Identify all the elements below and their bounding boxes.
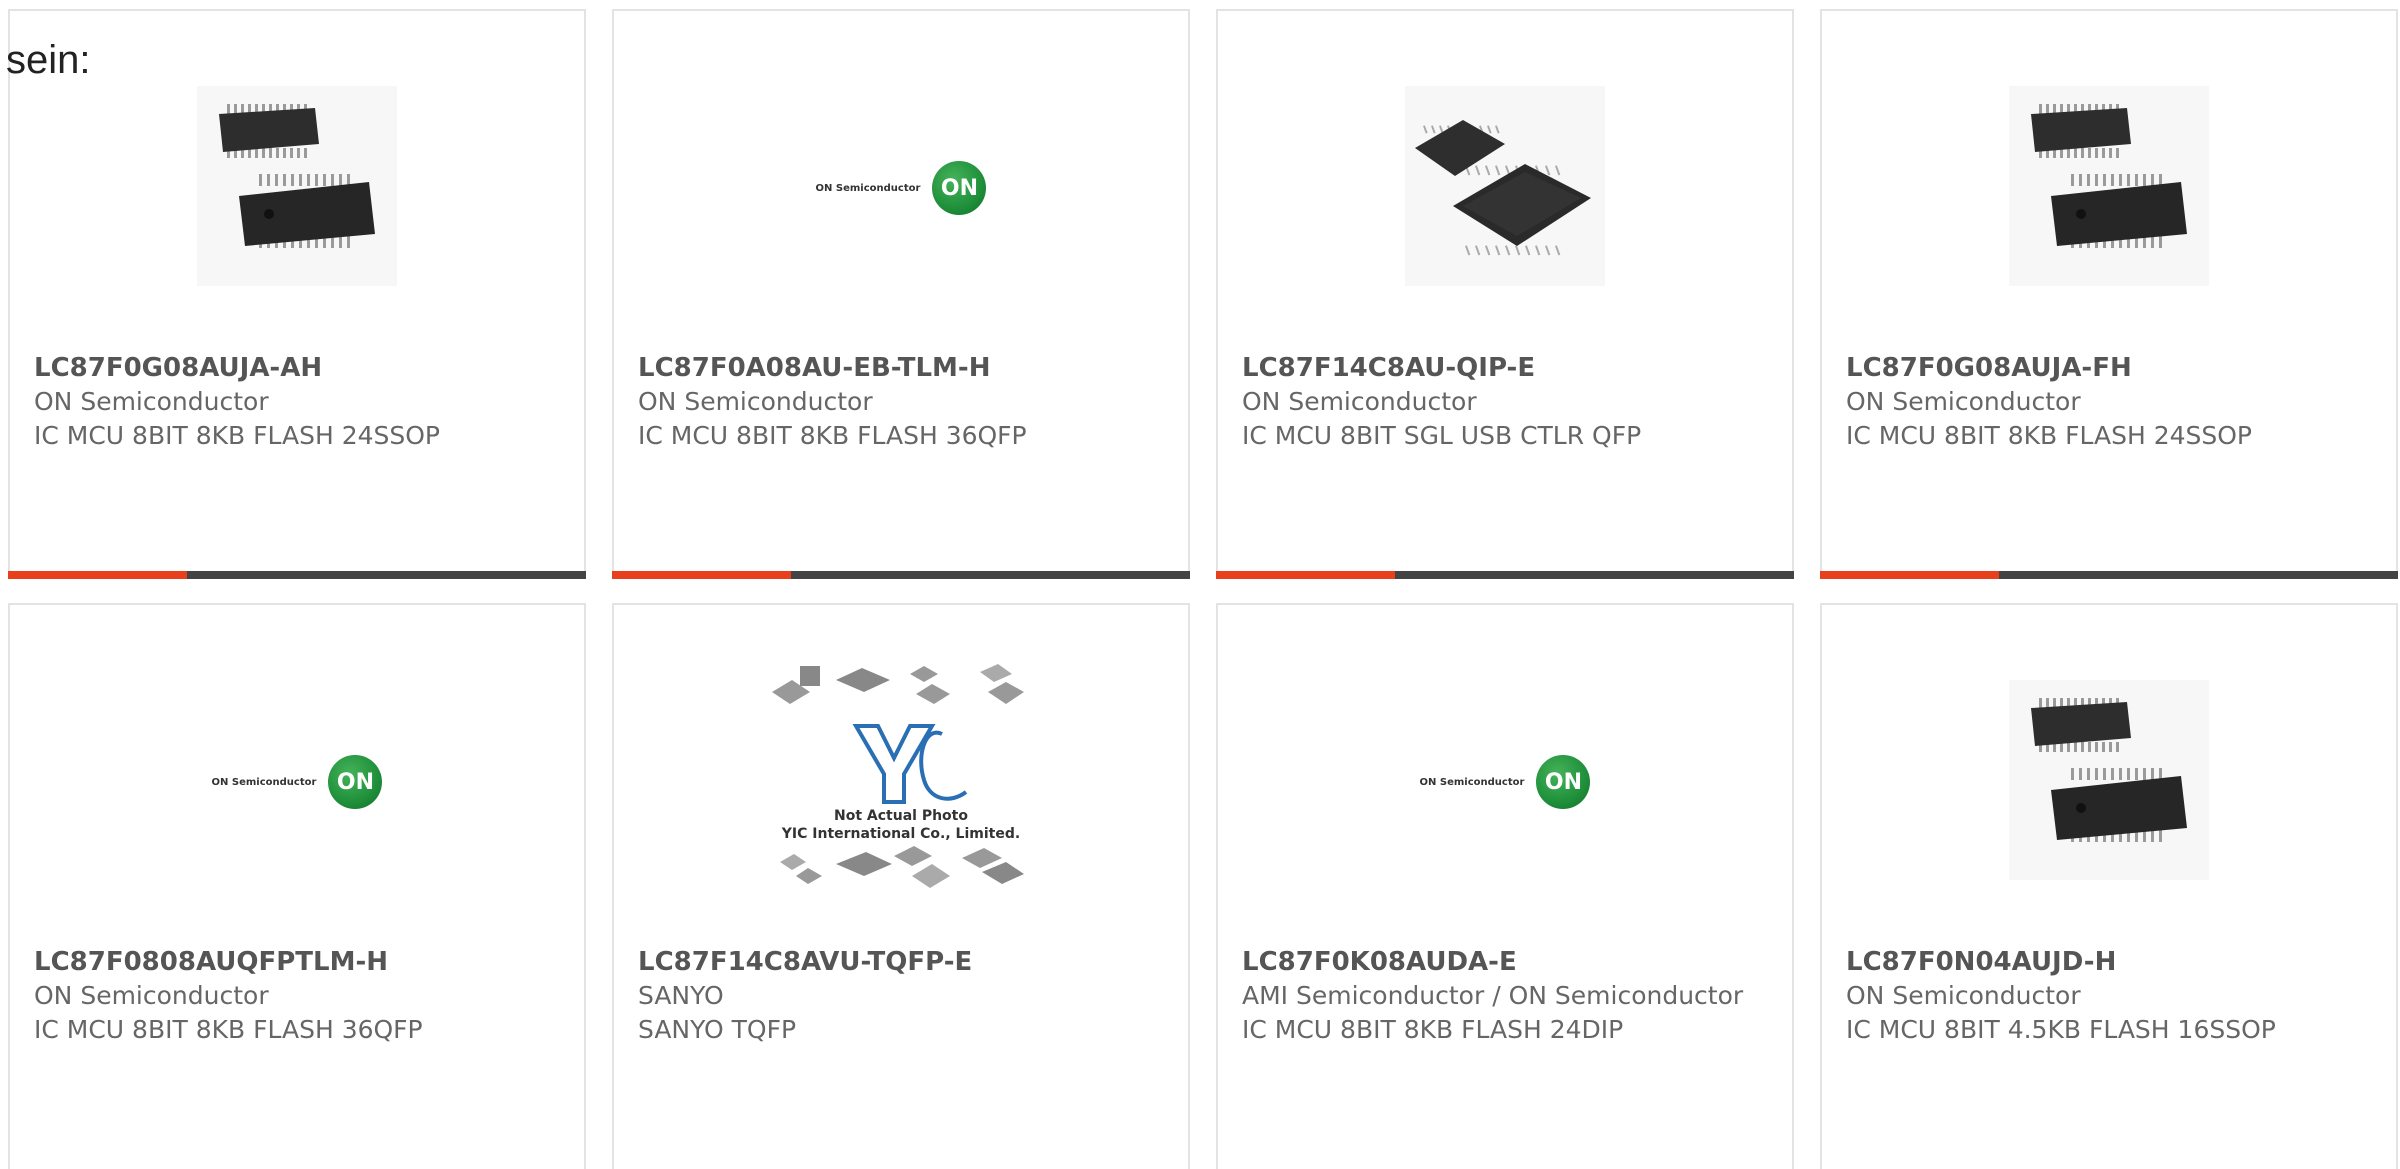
- description: IC MCU 8BIT 8KB FLASH 24DIP: [1242, 1015, 1624, 1044]
- ssop-chip-icon: [2009, 680, 2209, 884]
- progress-bar: [1820, 571, 2398, 579]
- product-card[interactable]: LC87F0N04AUJD-H ON Semiconductor IC MCU …: [1820, 603, 2398, 1169]
- on-semiconductor-logo: ON Semiconductor ON: [816, 161, 987, 215]
- part-number-link[interactable]: LC87F0G08AUJA-FH: [1846, 351, 2372, 385]
- manufacturer: ON Semiconductor: [638, 387, 873, 416]
- product-info: LC87F0G08AUJA-AH ON Semiconductor IC MCU…: [34, 351, 560, 453]
- logo-text: ON Semiconductor: [211, 776, 317, 788]
- progress-fill: [612, 571, 792, 579]
- qfp-chip-icon: [1405, 86, 1605, 290]
- product-image[interactable]: [1822, 81, 2396, 295]
- product-image[interactable]: [1822, 675, 2396, 889]
- progress-fill: [8, 571, 188, 579]
- progress-bar: [8, 571, 586, 579]
- progress-bar: [612, 571, 1190, 579]
- product-info: LC87F0K08AUDA-E AMI Semiconductor / ON S…: [1242, 945, 1768, 1047]
- on-badge-icon: ON: [328, 755, 383, 809]
- part-number-link[interactable]: LC87F0A08AU-EB-TLM-H: [638, 351, 1164, 385]
- product-info: LC87F0N04AUJD-H ON Semiconductor IC MCU …: [1846, 945, 2372, 1047]
- description: IC MCU 8BIT 8KB FLASH 24SSOP: [34, 421, 440, 450]
- part-number-link[interactable]: LC87F14C8AU-QIP-E: [1242, 351, 1768, 385]
- product-image[interactable]: [1218, 81, 1792, 295]
- product-card[interactable]: LC87F0G08AUJA-FH ON Semiconductor IC MCU…: [1820, 9, 2398, 579]
- on-badge-icon: ON: [932, 161, 987, 215]
- product-card[interactable]: ON Semiconductor ON LC87F0808AUQFPTLM-H …: [8, 603, 586, 1169]
- manufacturer: SANYO: [638, 981, 724, 1010]
- description: SANYO TQFP: [638, 1015, 797, 1044]
- progress-fill: [1820, 571, 2000, 579]
- part-number-link[interactable]: LC87F0G08AUJA-AH: [34, 351, 560, 385]
- ssop-chip-icon: [197, 86, 397, 290]
- manufacturer: ON Semiconductor: [1846, 387, 2081, 416]
- placeholder-caption: Not Actual Photo YIC International Co., …: [781, 808, 1021, 842]
- product-card[interactable]: Not Actual Photo YIC International Co., …: [612, 603, 1190, 1169]
- product-image[interactable]: Not Actual Photo YIC International Co., …: [614, 664, 1188, 889]
- ssop-chip-icon: [2009, 86, 2209, 290]
- product-card[interactable]: ON Semiconductor ON LC87F0K08AUDA-E AMI …: [1216, 603, 1794, 1169]
- description: IC MCU 8BIT 4.5KB FLASH 16SSOP: [1846, 1015, 2276, 1044]
- progress-fill: [1216, 571, 1396, 579]
- manufacturer: ON Semiconductor: [1846, 981, 2081, 1010]
- product-image[interactable]: ON Semiconductor ON: [1218, 675, 1792, 889]
- product-card[interactable]: ON Semiconductor ON LC87F0A08AU-EB-TLM-H…: [612, 9, 1190, 579]
- logo-text: ON Semiconductor: [815, 182, 921, 194]
- description: IC MCU 8BIT SGL USB CTLR QFP: [1242, 421, 1642, 450]
- progress-bar: [1216, 571, 1794, 579]
- product-info: LC87F14C8AU-QIP-E ON Semiconductor IC MC…: [1242, 351, 1768, 453]
- product-info: LC87F0A08AU-EB-TLM-H ON Semiconductor IC…: [638, 351, 1164, 453]
- part-number-link[interactable]: LC87F0N04AUJD-H: [1846, 945, 2372, 979]
- logo-text: ON Semiconductor: [1419, 776, 1525, 788]
- description: IC MCU 8BIT 8KB FLASH 24SSOP: [1846, 421, 2252, 450]
- yic-placeholder-image: Not Actual Photo YIC International Co., …: [766, 662, 1036, 902]
- part-number-link[interactable]: LC87F14C8AVU-TQFP-E: [638, 945, 1164, 979]
- description: IC MCU 8BIT 8KB FLASH 36QFP: [638, 421, 1027, 450]
- product-card[interactable]: LC87F14C8AU-QIP-E ON Semiconductor IC MC…: [1216, 9, 1794, 579]
- manufacturer: AMI Semiconductor / ON Semiconductor: [1242, 981, 1744, 1010]
- on-semiconductor-logo: ON Semiconductor ON: [212, 755, 383, 809]
- product-info: LC87F0808AUQFPTLM-H ON Semiconductor IC …: [34, 945, 560, 1047]
- product-image[interactable]: ON Semiconductor ON: [614, 81, 1188, 295]
- on-badge-icon: ON: [1536, 755, 1591, 809]
- product-info: LC87F0G08AUJA-FH ON Semiconductor IC MCU…: [1846, 351, 2372, 453]
- product-info: LC87F14C8AVU-TQFP-E SANYO SANYO TQFP: [638, 945, 1164, 1047]
- manufacturer: ON Semiconductor: [34, 387, 269, 416]
- description: IC MCU 8BIT 8KB FLASH 36QFP: [34, 1015, 423, 1044]
- product-image[interactable]: ON Semiconductor ON: [10, 675, 584, 889]
- part-number-link[interactable]: LC87F0808AUQFPTLM-H: [34, 945, 560, 979]
- part-number-link[interactable]: LC87F0K08AUDA-E: [1242, 945, 1768, 979]
- product-grid: LC87F0G08AUJA-AH ON Semiconductor IC MCU…: [8, 9, 2400, 1169]
- manufacturer: ON Semiconductor: [34, 981, 269, 1010]
- intro-text: sein:: [6, 38, 91, 82]
- product-image[interactable]: [10, 81, 584, 295]
- product-card[interactable]: LC87F0G08AUJA-AH ON Semiconductor IC MCU…: [8, 9, 586, 579]
- on-semiconductor-logo: ON Semiconductor ON: [1420, 755, 1591, 809]
- manufacturer: ON Semiconductor: [1242, 387, 1477, 416]
